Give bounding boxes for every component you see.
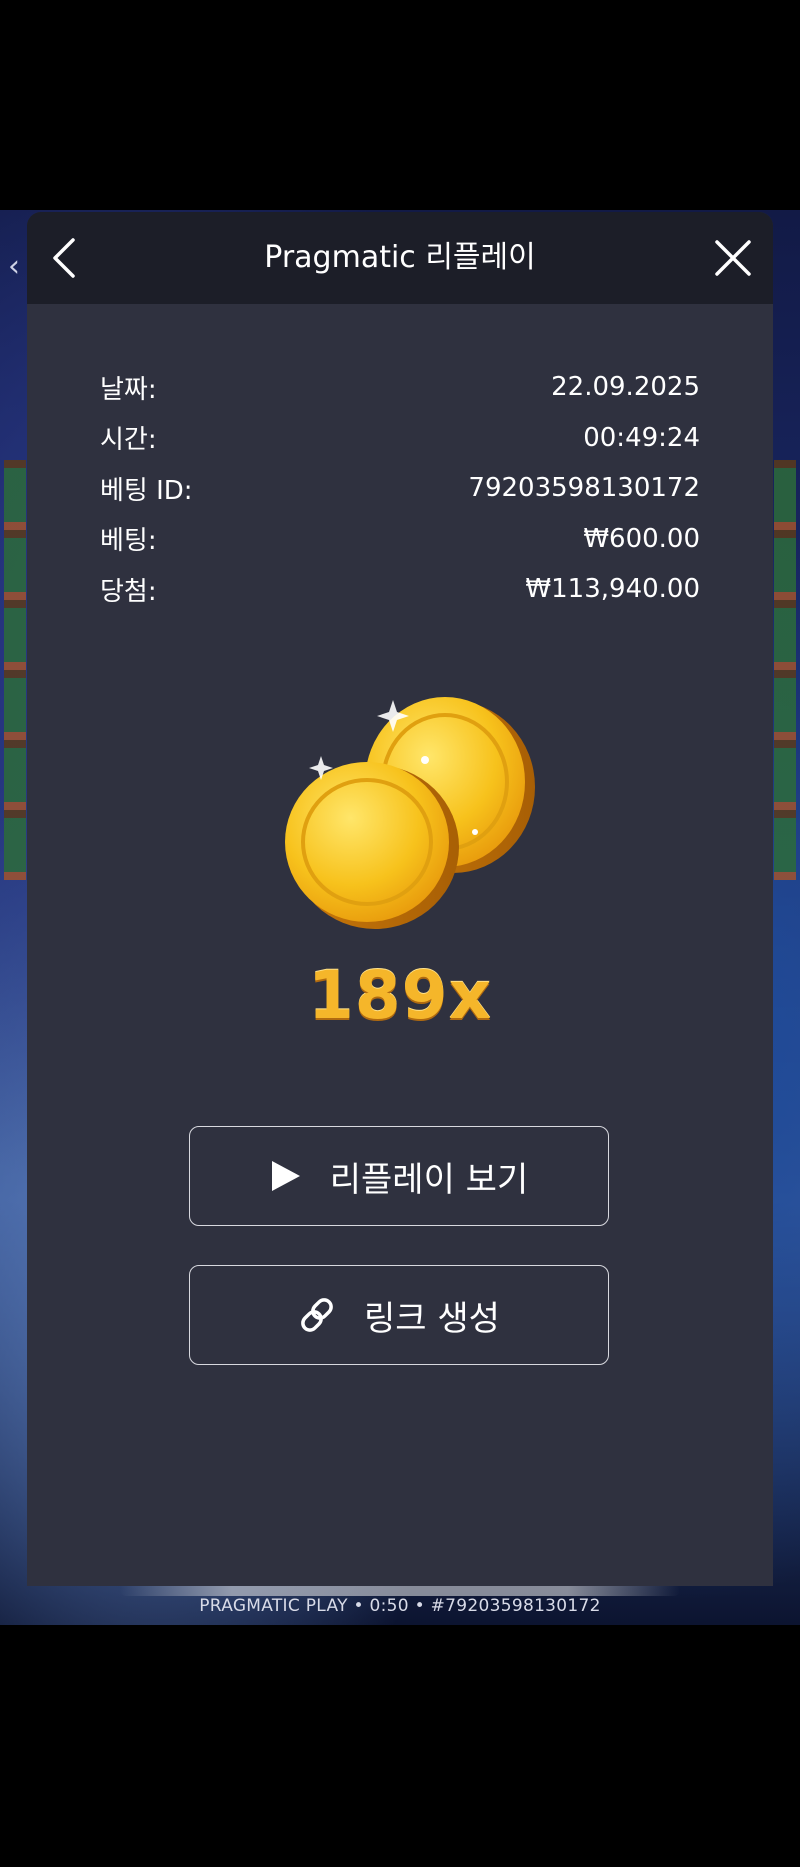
time-label: 시간: [100, 425, 157, 456]
link-icon [298, 1296, 336, 1334]
modal-header: Pragmatic 리플레이 [27, 212, 773, 304]
time-value: 00:49:24 [583, 422, 700, 453]
create-link-label: 링크 생성 [364, 1298, 500, 1339]
watch-replay-button[interactable]: 리플레이 보기 [189, 1126, 609, 1226]
date-row: 날짜: 22.09.2025 [100, 362, 700, 413]
bet-id-row: 베팅 ID: 79203598130172 [100, 463, 700, 514]
bet-row: 베팅: ₩600.00 [100, 514, 700, 565]
date-label: 날짜: [100, 374, 157, 405]
bet-id-label: 베팅 ID: [100, 475, 193, 506]
bet-value: ₩600.00 [583, 523, 700, 554]
win-row: 당첨: ₩113,940.00 [100, 564, 700, 615]
watch-replay-label: 리플레이 보기 [329, 1159, 529, 1200]
play-icon [270, 1159, 302, 1193]
background-footer-text: PRAGMATIC PLAY • 0:50 • #79203598130172 [199, 1596, 601, 1616]
date-value: 22.09.2025 [551, 372, 700, 403]
win-label: 당첨: [100, 576, 157, 607]
close-icon [715, 240, 751, 276]
bet-label: 베팅: [100, 526, 157, 557]
win-value: ₩113,940.00 [525, 574, 700, 605]
gold-coins-icon [285, 697, 535, 929]
modal-title: Pragmatic 리플레이 [264, 240, 536, 275]
replay-modal: Pragmatic 리플레이 날짜: 22.09.2025 시간: 00:49:… [27, 212, 773, 1586]
time-row: 시간: 00:49:24 [100, 413, 700, 464]
game-reel-strip-right [774, 460, 796, 880]
win-multiplier: 189x [307, 957, 493, 1034]
close-button[interactable] [705, 230, 761, 286]
bet-details: 날짜: 22.09.2025 시간: 00:49:24 베팅 ID: 79203… [100, 362, 700, 615]
bet-id-value: 79203598130172 [468, 473, 700, 504]
background-chevron-left-icon: ‹ [8, 249, 20, 284]
game-reel-strip-left [4, 460, 26, 880]
create-link-button[interactable]: 링크 생성 [189, 1265, 609, 1365]
